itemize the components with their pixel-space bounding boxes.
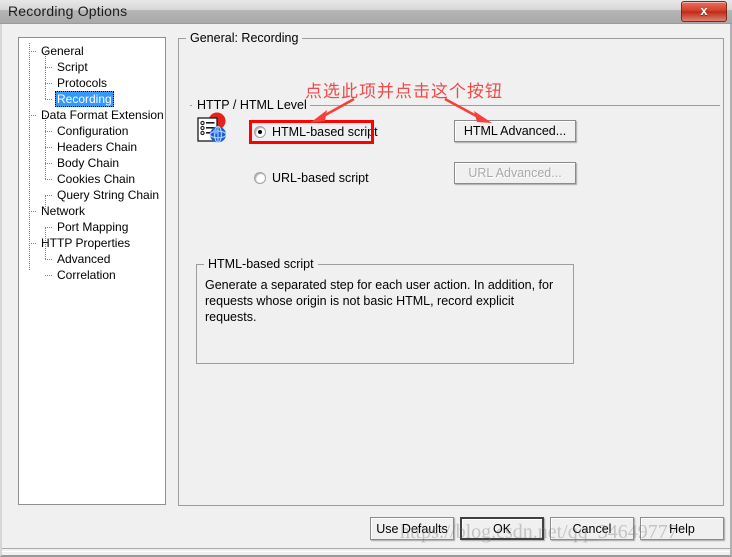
tree-item-advanced[interactable]: Advanced [19,251,165,267]
tree-item-query-string-chain[interactable]: Query String Chain [19,187,165,203]
tree-item-label: Recording [55,91,114,107]
window-title: Recording Options [8,3,128,19]
tree-connector [45,147,52,148]
radio-dot-url-based [254,172,266,184]
html-advanced-button[interactable]: HTML Advanced... [454,120,576,142]
tree-connector [45,131,52,132]
ok-button[interactable]: OK [460,517,544,540]
tree-connector [45,259,52,260]
tree-item-label: Protocols [57,76,108,90]
tree-connector [45,179,52,180]
tree-item-label: Headers Chain [57,140,138,154]
tree-item-label: Cookies Chain [57,172,136,186]
tree-item-http-properties[interactable]: HTTP Properties [19,235,165,251]
close-x-icon: x [700,3,708,18]
dialog-client-area: General Script Protocols Recording Data Form… [0,24,732,557]
recording-options-dialog: Recording Options x General Script Protoco… [0,0,732,557]
tree-connector [45,67,52,68]
tree-item-cookies-chain[interactable]: Cookies Chain [19,171,165,187]
tree-connector [45,195,52,196]
tree-node-list: General Script Protocols Recording Data Form… [19,43,165,283]
description-text: Generate a separated step for each user … [205,278,554,324]
tree-item-protocols[interactable]: Protocols [19,75,165,91]
radio-label-url-based: URL-based script [272,171,369,185]
tree-item-label: Port Mapping [57,220,129,234]
http-level-label: HTTP / HTML Level [194,98,310,112]
tree-item-label: Query String Chain [57,188,160,202]
tree-item-label: Network [41,204,86,218]
tree-connector [45,275,52,276]
cancel-button[interactable]: Cancel [550,517,634,540]
tree-item-label: HTTP Properties [41,236,131,250]
tree-connector [29,243,36,244]
radio-dot-html-based [254,126,266,138]
use-defaults-button[interactable]: Use Defaults [370,517,454,540]
tree-item-body-chain[interactable]: Body Chain [19,155,165,171]
tree-connector [45,227,52,228]
title-bar: Recording Options x [0,0,732,24]
footer-separator [2,548,730,552]
tree-connector [29,51,36,52]
html-protocol-icon [197,112,227,144]
tree-item-label: Correlation [57,268,116,282]
tree-connector [45,83,52,84]
tree-item-data-format-extension[interactable]: Data Format Extension [19,107,165,123]
tree-item-label: Advanced [57,252,111,266]
tree-item-correlation[interactable]: Correlation [19,267,165,283]
tree-connector [45,163,52,164]
tree-item-label: General [41,44,84,58]
tree-item-configuration[interactable]: Configuration [19,123,165,139]
tree-connector [29,211,36,212]
tree-item-general[interactable]: General [19,43,165,59]
general-recording-group-title: General: Recording [186,31,303,45]
tree-item-script[interactable]: Script [19,59,165,75]
tree-item-label: Script [57,60,88,74]
tree-item-port-mapping[interactable]: Port Mapping [19,219,165,235]
help-button[interactable]: Help [640,517,724,540]
url-advanced-button: URL Advanced... [454,162,576,184]
close-button[interactable]: x [681,1,727,22]
tree-item-label: Configuration [57,124,129,138]
tree-item-network[interactable]: Network [19,203,165,219]
tree-item-headers-chain[interactable]: Headers Chain [19,139,165,155]
tree-item-label: Data Format Extension [41,108,164,122]
tree-item-label: Body Chain [57,156,120,170]
radio-label-html-based: HTML-based script [272,125,378,139]
tree-connector [45,99,52,100]
tree-item-recording[interactable]: Recording [19,91,165,107]
description-group-title: HTML-based script [204,257,318,271]
tree-connector [29,115,36,116]
settings-tree[interactable]: General Script Protocols Recording Data Form… [18,37,166,505]
